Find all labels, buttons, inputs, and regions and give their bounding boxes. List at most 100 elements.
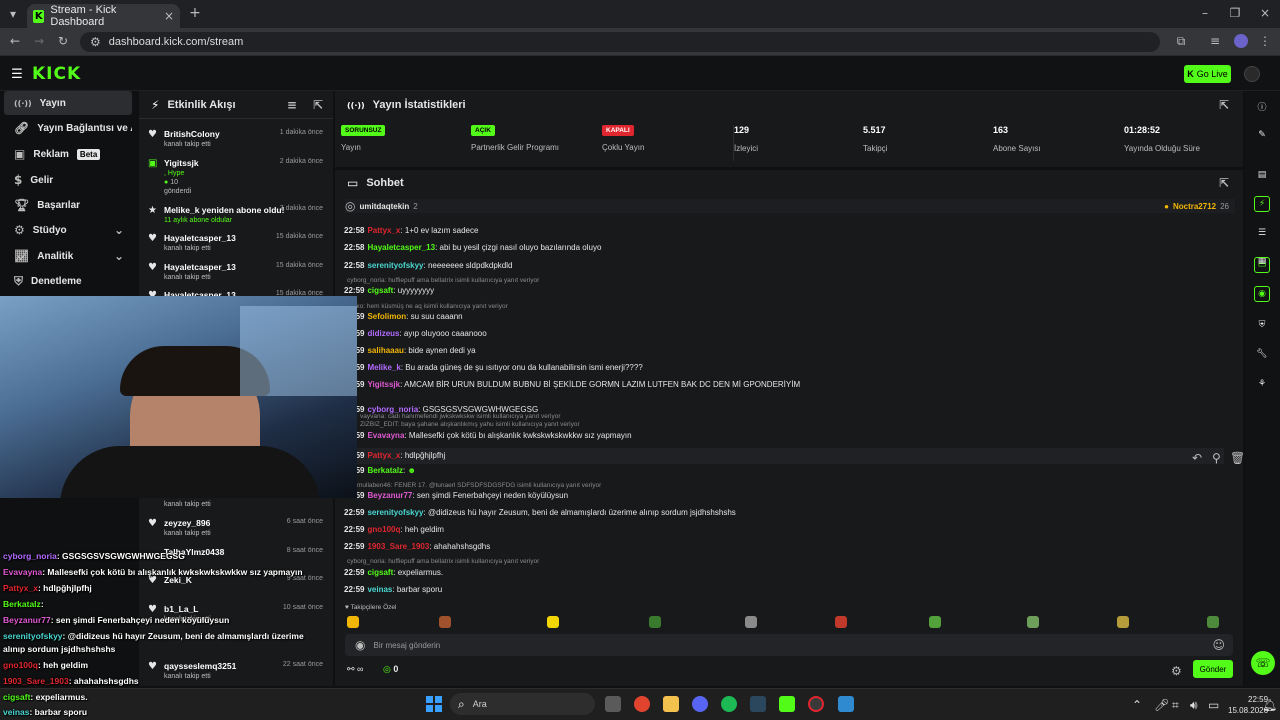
msg-user[interactable]: cigsaft	[367, 286, 393, 295]
new-tab-icon[interactable]: +	[188, 5, 202, 21]
mod-icon[interactable]: ⛨	[1254, 317, 1270, 333]
battery-icon[interactable]: ▭	[1208, 698, 1219, 712]
msg-user[interactable]: serenityofskyy	[367, 261, 423, 270]
msg-user[interactable]: serenityofskyy	[367, 508, 423, 517]
msg-user[interactable]: Sefolimon	[367, 312, 406, 321]
kick-app-icon[interactable]	[779, 696, 795, 712]
sidebar-item-reklam[interactable]: ▣ Reklam Beta	[4, 142, 132, 166]
chat-toggle-icon[interactable]: ▭	[1254, 257, 1270, 273]
top-gifter-name[interactable]: umitdaqtekin	[359, 202, 409, 211]
msg-user[interactable]: Pattyx_x	[367, 226, 400, 235]
spotify-icon[interactable]	[721, 696, 737, 712]
msg-user[interactable]: Evavayna	[367, 431, 404, 440]
close-tab-icon[interactable]: ×	[164, 9, 174, 23]
popout-icon[interactable]: ⇱	[1219, 176, 1229, 190]
minimize-icon[interactable]: –	[1198, 6, 1212, 20]
back-icon[interactable]: ←	[8, 34, 22, 48]
pin-icon[interactable]: ⚲	[1212, 450, 1221, 466]
popout-icon[interactable]: ⇱	[313, 98, 323, 112]
maximize-icon[interactable]: ❐	[1228, 6, 1242, 20]
emote-icon[interactable]	[1027, 616, 1039, 628]
wrench-icon[interactable]: 🔧︎	[1254, 346, 1270, 362]
discord-icon[interactable]	[692, 696, 708, 712]
msg-user[interactable]: Berkatalz	[367, 466, 403, 475]
gear-icon[interactable]: ⚙	[1171, 664, 1182, 678]
support-chat-button[interactable]: ☏	[1251, 651, 1275, 675]
msg-user[interactable]: Melike_k	[367, 363, 400, 372]
send-button[interactable]: Gönder	[1193, 660, 1233, 678]
forward-icon[interactable]: →	[32, 34, 46, 48]
notification-icon[interactable]: 🔔︎	[1262, 698, 1277, 712]
tray-chevron-icon[interactable]: ⌃	[1132, 698, 1142, 712]
browser-tab[interactable]: K Stream - Kick Dashboard ×	[27, 4, 180, 28]
chat-message-hovered[interactable]: 22:59Pattyx_x: hdlpğhjlpfhj ↶ ⚲ 🗑︎	[344, 448, 1245, 466]
msg-user[interactable]: cigsaft	[367, 568, 393, 577]
kick-logo[interactable]: KICK	[32, 64, 81, 84]
close-window-icon[interactable]: ×	[1258, 6, 1272, 20]
taskbar-search[interactable]: ⌕ Ara	[450, 693, 595, 715]
sidebar-item-analitik[interactable]: 📈︎ Analitik ⌄	[4, 244, 132, 268]
steam-icon[interactable]	[750, 696, 766, 712]
emote-icon[interactable]	[929, 616, 941, 628]
msg-user[interactable]: didizeus	[367, 329, 399, 338]
obs-icon[interactable]	[808, 696, 824, 712]
emote-icon[interactable]	[347, 616, 359, 628]
emote-icon[interactable]	[649, 616, 661, 628]
reply-icon[interactable]: ↶	[1192, 450, 1202, 466]
notepad-icon[interactable]	[838, 696, 854, 712]
chat-settings-icon[interactable]: ◉	[355, 638, 365, 652]
emote-icon[interactable]	[745, 616, 757, 628]
emote-icon[interactable]	[835, 616, 847, 628]
emote-icon[interactable]	[1207, 616, 1219, 628]
emote-icon[interactable]	[547, 616, 559, 628]
msg-user[interactable]: Beyzanur77	[367, 491, 412, 500]
stream-stats-icon[interactable]: ◉	[1254, 286, 1270, 302]
sidebar-item-yayin[interactable]: ((·)) Yayın	[4, 91, 132, 115]
list-icon[interactable]: ☰	[1254, 225, 1270, 241]
users-icon[interactable]: ⚯ ∞	[347, 664, 363, 674]
browser-menu-icon[interactable]: ⋮	[1258, 34, 1272, 48]
emote-icon[interactable]	[439, 616, 451, 628]
delete-icon[interactable]: 🗑︎	[1230, 450, 1245, 466]
go-live-button[interactable]: K Go Live	[1184, 65, 1231, 83]
address-bar[interactable]: ⚙ dashboard.kick.com/stream	[80, 32, 1160, 52]
msg-user[interactable]: veinas	[367, 585, 392, 594]
profile-avatar[interactable]	[1234, 34, 1248, 48]
activity-feed-icon[interactable]: ⚡︎	[1254, 196, 1270, 212]
tab-search-icon[interactable]: ▾	[6, 7, 20, 21]
sidebar-item-studyo[interactable]: ⚙ Stüdyo ⌄	[4, 218, 132, 242]
msg-user[interactable]: Yigitssjk	[367, 380, 400, 389]
top-user-name[interactable]: Noctra2712	[1173, 202, 1216, 211]
msg-user[interactable]: salihaaau	[367, 346, 403, 355]
menu-icon[interactable]: ☰	[10, 67, 24, 82]
emote-icon[interactable]	[1117, 616, 1129, 628]
filter-icon[interactable]: ≡	[287, 98, 297, 112]
msg-user[interactable]: Hayaletcasper_13	[367, 243, 435, 252]
sidebar-item-basarilar[interactable]: 🏆︎ Başarılar	[4, 193, 132, 217]
sidebar-item-gelir[interactable]: $ Gelir	[4, 168, 132, 192]
popout-icon[interactable]: ⇱	[1219, 98, 1229, 112]
start-button[interactable]	[426, 696, 442, 712]
chrome-icon[interactable]	[634, 696, 650, 712]
chat-message-input[interactable]: ◉ Bir mesaj gönderin ☺	[345, 634, 1233, 656]
msg-user[interactable]: Pattyx_x	[367, 451, 400, 460]
media-icon[interactable]: ≡	[1208, 34, 1222, 48]
emoji-icon[interactable]: ☺	[1212, 638, 1225, 652]
edit-icon[interactable]: ✎	[1254, 127, 1270, 143]
info-icon[interactable]: ⓘ	[1254, 98, 1270, 114]
sidebar-item-denetleme[interactable]: ⛨ Denetleme	[4, 269, 132, 293]
reload-icon[interactable]: ↻	[56, 34, 70, 48]
user-avatar[interactable]	[1244, 66, 1260, 82]
sidebar-item-stream-key[interactable]: 🔗︎ Yayın Bağlantısı ve Anahtar	[4, 116, 132, 140]
site-info-icon[interactable]: ⚙	[90, 35, 101, 49]
extensions-icon[interactable]: ⧉	[1174, 34, 1188, 48]
task-view-icon[interactable]	[605, 696, 621, 712]
msg-user[interactable]: 1903_Sare_1903	[367, 542, 429, 551]
file-explorer-icon[interactable]	[663, 696, 679, 712]
sidebar-toggle-icon[interactable]: ▤	[1254, 167, 1270, 183]
share-icon[interactable]: ⚘	[1254, 376, 1270, 392]
microphone-icon[interactable]: 🎤︎	[1154, 698, 1169, 712]
volume-icon[interactable]: 🔊︎	[1190, 698, 1198, 713]
msg-user[interactable]: gno100q	[367, 525, 400, 534]
network-icon[interactable]: ⌗	[1172, 698, 1179, 713]
